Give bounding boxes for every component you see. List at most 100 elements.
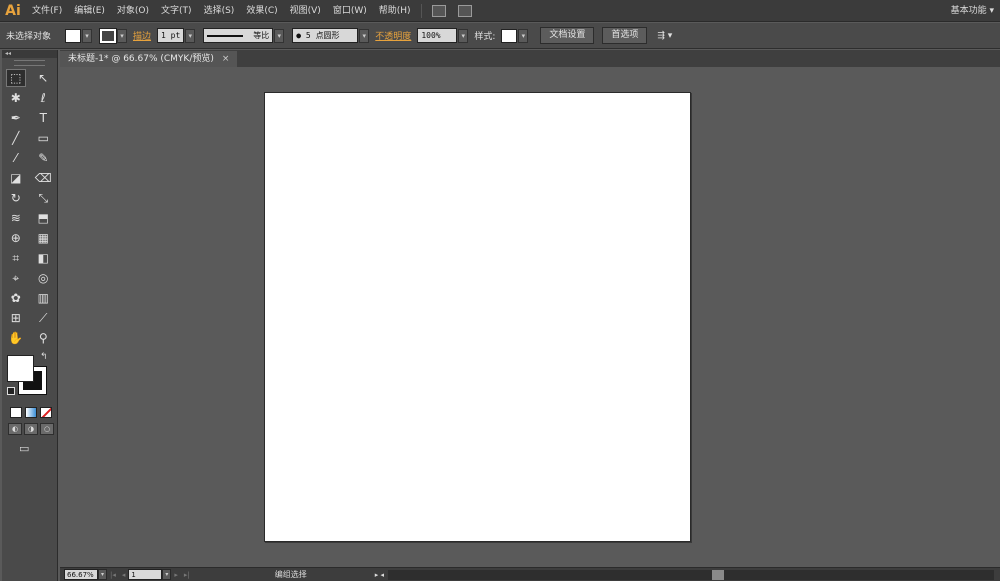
artboard-dropdown-icon[interactable]: ▾ bbox=[162, 569, 172, 580]
direct-selection-tool-icon[interactable]: ↖ bbox=[33, 69, 53, 87]
gradient-tool-icon[interactable]: ◧ bbox=[33, 249, 53, 267]
previous-artboard-icon[interactable]: ◂ bbox=[119, 571, 129, 579]
zoom-dropdown-icon[interactable]: ▾ bbox=[98, 569, 107, 580]
first-artboard-icon[interactable]: |◂ bbox=[107, 571, 119, 579]
panel-menu-icon[interactable]: ⇶ ▾ bbox=[651, 31, 678, 41]
stroke-label[interactable]: 描边 bbox=[127, 29, 157, 42]
menu-file[interactable]: 文件(F) bbox=[26, 0, 68, 22]
gradient-mode-icon[interactable] bbox=[25, 406, 37, 418]
panel-collapse-icon[interactable]: ◂◂ bbox=[2, 50, 57, 58]
selection-tool-icon[interactable]: ⬚ bbox=[5, 69, 26, 87]
rectangle-tool-icon[interactable]: ▭ bbox=[33, 129, 53, 147]
arrange-documents-icon[interactable] bbox=[457, 4, 472, 17]
brush-definition[interactable]: ● 5 点圆形 bbox=[292, 28, 359, 43]
slice-tool-icon[interactable]: ⟋ bbox=[33, 309, 53, 327]
blend-tool-icon[interactable]: ◎ bbox=[33, 269, 53, 287]
style-label: 样式: bbox=[474, 32, 496, 42]
zoom-field[interactable]: 66.67% bbox=[64, 569, 98, 580]
symbol-sprayer-tool-icon[interactable]: ✿ bbox=[6, 289, 26, 307]
free-transform-tool-icon[interactable]: ⬒ bbox=[33, 209, 53, 227]
default-fill-stroke-icon[interactable] bbox=[7, 387, 15, 395]
app-logo: Ai bbox=[5, 2, 21, 19]
column-graph-tool-icon[interactable]: ▥ bbox=[33, 289, 53, 307]
rotate-tool-icon[interactable]: ↻ bbox=[6, 189, 26, 207]
variable-width-profile[interactable]: 等比 bbox=[203, 28, 274, 43]
fill-stroke-area: ↰ bbox=[2, 352, 57, 404]
bridge-icon[interactable] bbox=[431, 4, 446, 17]
none-mode-icon[interactable] bbox=[40, 406, 52, 418]
opacity-label[interactable]: 不透明度 bbox=[369, 29, 417, 42]
menu-window[interactable]: 窗口(W) bbox=[327, 0, 373, 22]
hand-tool-icon[interactable]: ✋ bbox=[6, 329, 26, 347]
document-setup-button[interactable]: 文档设置 bbox=[540, 27, 595, 44]
menu-view[interactable]: 视图(V) bbox=[284, 0, 327, 22]
perspective-grid-tool-icon[interactable]: ▦ bbox=[33, 229, 53, 247]
artboard-number-field[interactable]: 1 bbox=[128, 569, 163, 580]
current-tool-status[interactable]: 编组选择 bbox=[211, 569, 371, 580]
line-segment-tool-icon[interactable]: ╱ bbox=[6, 129, 26, 147]
profile-dropdown-icon[interactable]: ▾ bbox=[274, 28, 285, 43]
tool-row: ⌗ ◧ bbox=[2, 248, 57, 268]
scale-tool-icon[interactable]: ⤡ bbox=[33, 189, 53, 207]
status-menu-icon[interactable]: ▸ ◂ bbox=[371, 571, 388, 579]
tool-row: ✱ ℓ bbox=[2, 88, 57, 108]
selection-status: 未选择对象 bbox=[6, 32, 52, 42]
pencil-tool-icon[interactable]: ✎ bbox=[33, 149, 53, 167]
canvas-area[interactable] bbox=[60, 67, 1000, 567]
brush-dropdown-icon[interactable]: ▾ bbox=[359, 28, 370, 43]
lasso-tool-icon[interactable]: ℓ bbox=[33, 89, 53, 107]
eyedropper-tool-icon[interactable]: ⌖ bbox=[6, 269, 26, 287]
color-mode-row bbox=[2, 404, 57, 420]
menu-edit[interactable]: 编辑(E) bbox=[68, 0, 111, 22]
stroke-line-preview bbox=[207, 34, 244, 37]
menu-help[interactable]: 帮助(H) bbox=[373, 0, 417, 22]
fill-dropdown-icon[interactable]: ▾ bbox=[82, 28, 93, 43]
panel-grip[interactable] bbox=[14, 60, 45, 66]
opacity-field[interactable]: 100% bbox=[417, 28, 458, 43]
eraser-tool-icon[interactable]: ⌫ bbox=[33, 169, 53, 187]
opacity-dropdown-icon[interactable]: ▾ bbox=[458, 28, 469, 43]
pen-tool-icon[interactable]: ✒ bbox=[6, 109, 26, 127]
stroke-weight-field[interactable]: 1 pt bbox=[157, 28, 185, 43]
tool-row: ✿ ▥ bbox=[2, 288, 57, 308]
tool-row: ≋ ⬒ bbox=[2, 208, 57, 228]
style-dropdown-icon[interactable]: ▾ bbox=[518, 28, 529, 43]
blob-brush-tool-icon[interactable]: ◪ bbox=[6, 169, 26, 187]
fill-swatch[interactable] bbox=[65, 28, 82, 43]
menu-effect[interactable]: 效果(C) bbox=[240, 0, 283, 22]
document-tab-title: 未标题-1* @ 66.67% (CMYK/预览) bbox=[68, 54, 214, 64]
screen-mode-icon[interactable]: ▭ bbox=[19, 442, 37, 456]
swap-fill-stroke-icon[interactable]: ↰ bbox=[40, 352, 48, 362]
menu-object[interactable]: 对象(O) bbox=[111, 0, 155, 22]
type-tool-icon[interactable]: T bbox=[33, 109, 53, 127]
menu-type[interactable]: 文字(T) bbox=[155, 0, 198, 22]
stroke-swatch[interactable] bbox=[99, 27, 118, 44]
document-tab[interactable]: 未标题-1* @ 66.67% (CMYK/预览) × bbox=[60, 51, 238, 67]
graphic-style-swatch[interactable] bbox=[501, 28, 518, 43]
fill-color-box[interactable] bbox=[7, 355, 34, 382]
magic-wand-tool-icon[interactable]: ✱ bbox=[6, 89, 26, 107]
artboard-tool-icon[interactable]: ⊞ bbox=[6, 309, 26, 327]
color-mode-icon[interactable] bbox=[10, 406, 22, 418]
draw-normal-icon[interactable]: ◐ bbox=[8, 423, 22, 435]
warp-tool-icon[interactable]: ≋ bbox=[6, 209, 26, 227]
shape-builder-tool-icon[interactable]: ⊕ bbox=[6, 229, 26, 247]
mesh-tool-icon[interactable]: ⌗ bbox=[6, 249, 26, 267]
tool-row: ⊞ ⟋ bbox=[2, 308, 57, 328]
horizontal-scrollbar[interactable] bbox=[388, 569, 994, 580]
control-bar: 未选择对象 ▾ ▾ 描边 1 pt ▾ 等比 ▾ ● 5 点圆形 ▾ 不透明度 … bbox=[0, 23, 1000, 49]
preferences-button[interactable]: 首选项 bbox=[602, 27, 648, 44]
stroke-weight-dropdown-icon[interactable]: ▾ bbox=[185, 28, 196, 43]
paintbrush-tool-icon[interactable]: ⁄ bbox=[6, 149, 26, 167]
draw-inside-icon[interactable]: ○ bbox=[40, 423, 54, 435]
draw-behind-icon[interactable]: ◑ bbox=[24, 423, 38, 435]
close-icon[interactable]: × bbox=[222, 51, 230, 67]
scrollbar-thumb[interactable] bbox=[712, 569, 725, 580]
next-artboard-icon[interactable]: ▸ bbox=[171, 571, 181, 579]
menu-select[interactable]: 选择(S) bbox=[198, 0, 241, 22]
zoom-tool-icon[interactable]: ⚲ bbox=[33, 329, 53, 347]
last-artboard-icon[interactable]: ▸| bbox=[181, 571, 193, 579]
stroke-dropdown-icon[interactable]: ▾ bbox=[117, 28, 128, 43]
workspace-switcher[interactable]: 基本功能 ▾ bbox=[951, 0, 994, 22]
artboard[interactable] bbox=[264, 92, 691, 542]
